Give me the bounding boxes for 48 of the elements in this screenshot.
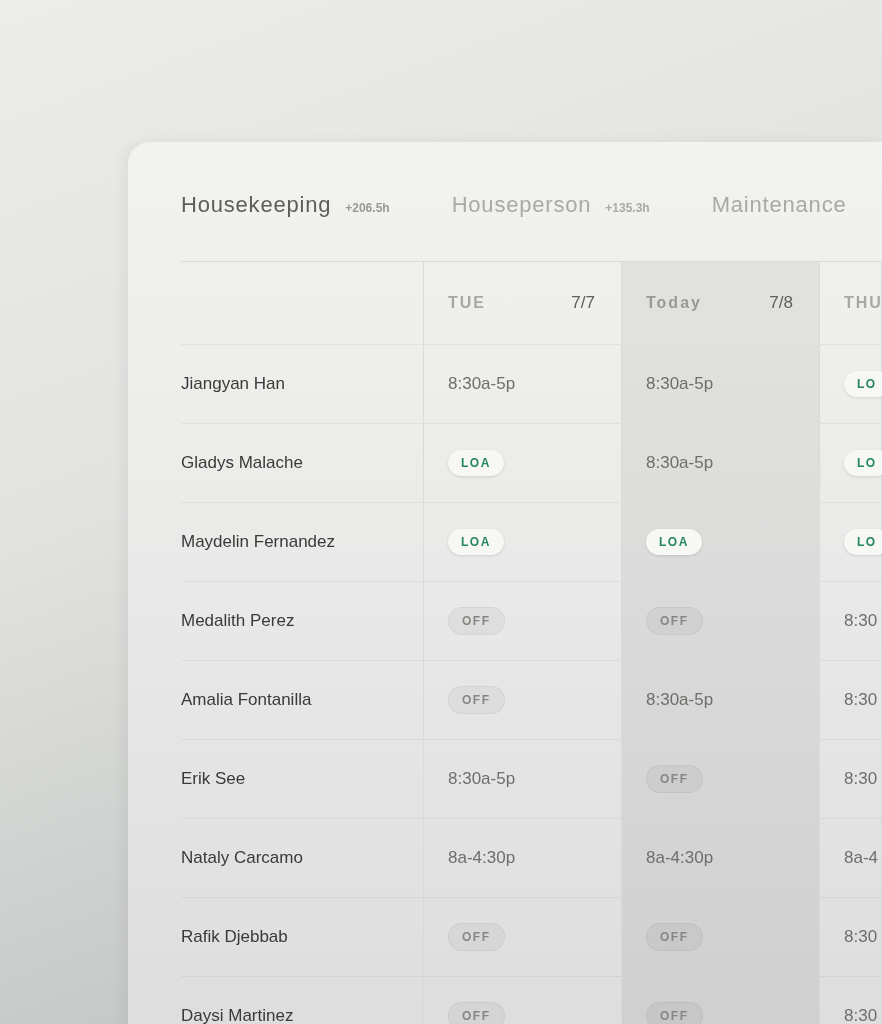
shift-time[interactable]: 8:30 <box>844 611 878 631</box>
shift-time[interactable]: 8:30 <box>844 769 878 789</box>
shift-time[interactable]: 8a-4 <box>844 848 879 868</box>
shift-time[interactable]: 8:30 <box>844 1006 878 1024</box>
leave-badge[interactable]: LOA <box>448 450 504 476</box>
employee-name: Jiangyan Han <box>181 374 285 394</box>
off-badge[interactable]: OFF <box>646 1002 703 1024</box>
off-badge[interactable]: OFF <box>448 923 505 951</box>
employee-name: Maydelin Fernandez <box>181 532 336 552</box>
employee-name: Medalith Perez <box>181 611 295 631</box>
leave-badge[interactable]: LOA <box>646 529 702 555</box>
date-label: 7/7 <box>571 293 595 313</box>
hours-total: +135.3h <box>605 201 650 215</box>
employee-name: Rafik Djebbab <box>181 927 288 947</box>
shift-time[interactable]: 8:30a-5p <box>646 690 714 710</box>
off-badge[interactable]: OFF <box>646 923 703 951</box>
leave-badge[interactable]: LO <box>844 450 882 476</box>
shift-time[interactable]: 8:30a-5p <box>448 374 516 394</box>
date-label: 7/8 <box>769 293 793 313</box>
employee-name: Nataly Carcamo <box>181 848 303 868</box>
leave-badge[interactable]: LO <box>844 371 882 397</box>
employee-name: Erik See <box>181 769 246 789</box>
day-label: Today <box>646 294 702 312</box>
employee-name: Gladys Malache <box>181 453 303 473</box>
shift-time[interactable]: 8a-4:30p <box>646 848 714 868</box>
shift-time[interactable]: 8:30a-5p <box>448 769 516 789</box>
employee-name: Amalia Fontanilla <box>181 690 312 710</box>
shift-time[interactable]: 8a-4:30p <box>448 848 516 868</box>
leave-badge[interactable]: LO <box>844 529 882 555</box>
employee-name: Daysi Martinez <box>181 1006 294 1024</box>
shift-time[interactable]: 8:30 <box>844 690 878 710</box>
shift-time[interactable]: 8:30a-5p <box>646 374 714 394</box>
off-badge[interactable]: OFF <box>448 1002 505 1024</box>
day-header[interactable]: THU <box>820 262 882 344</box>
off-badge[interactable]: OFF <box>646 607 703 635</box>
shift-time[interactable]: 8:30 <box>844 927 878 947</box>
department-tab[interactable]: Houseperson <box>451 192 592 218</box>
day-label: TUE <box>448 294 486 312</box>
hours-total: +206.5h <box>345 201 390 215</box>
department-tab[interactable]: Housekeeping <box>181 192 332 218</box>
day-header[interactable]: Today 7/8 <box>622 262 820 344</box>
off-badge[interactable]: OFF <box>448 686 505 714</box>
day-label: THU <box>844 294 882 312</box>
off-badge[interactable]: OFF <box>646 765 703 793</box>
leave-badge[interactable]: LOA <box>448 529 504 555</box>
off-badge[interactable]: OFF <box>448 607 505 635</box>
shift-time[interactable]: 8:30a-5p <box>646 453 714 473</box>
department-tab[interactable]: Maintenance <box>711 192 847 218</box>
